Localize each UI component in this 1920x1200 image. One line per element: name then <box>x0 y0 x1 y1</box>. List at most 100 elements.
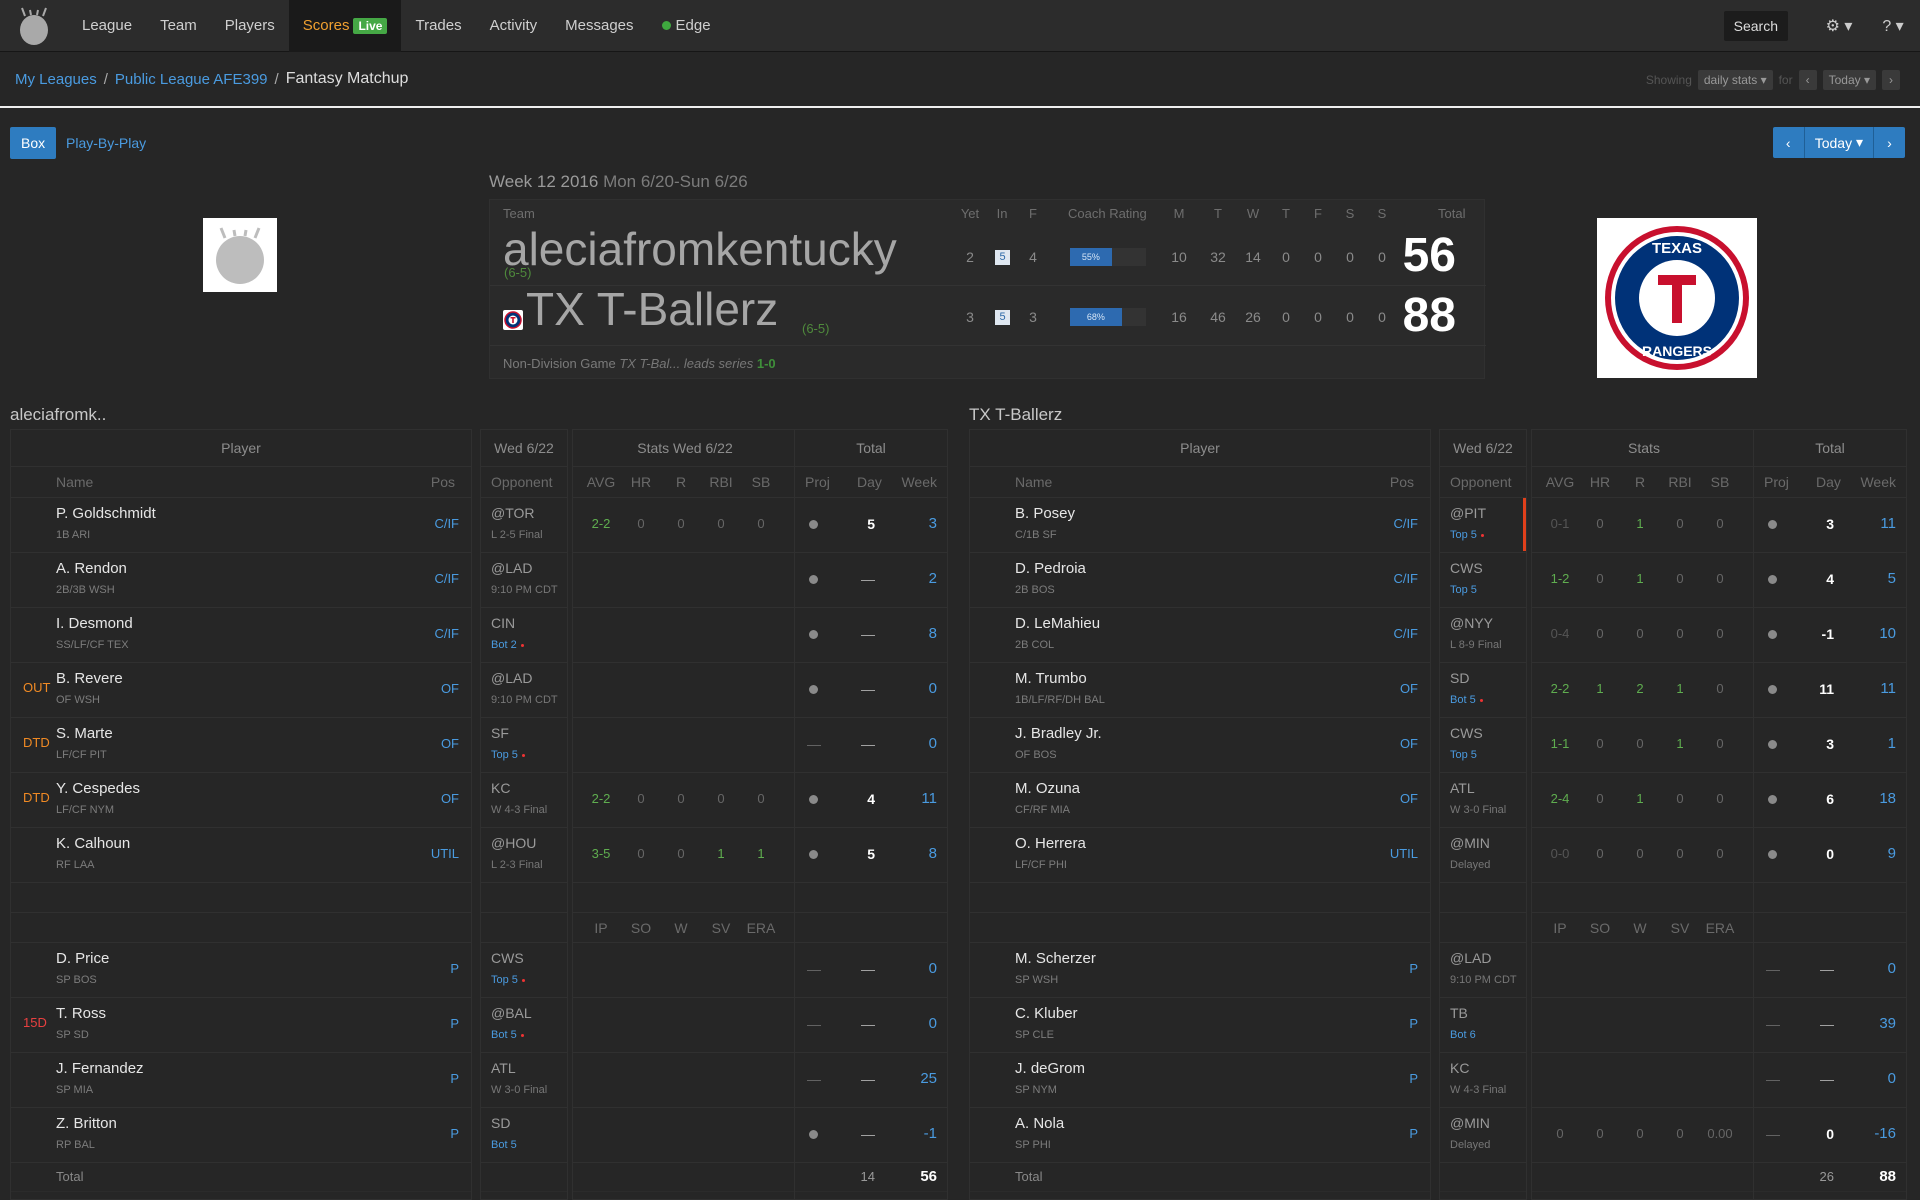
help-icon[interactable]: ? ▾ <box>1866 16 1920 36</box>
player-name[interactable]: O. Herrera <box>1015 835 1086 852</box>
logo-icon[interactable] <box>0 0 68 52</box>
player-name[interactable]: B. Posey <box>1015 505 1075 522</box>
table-row[interactable]: I. Desmond SS/LF/CF TEX C/IF <box>11 607 471 662</box>
next-arrow-icon[interactable]: › <box>1873 127 1905 158</box>
player-name[interactable]: A. Nola <box>1015 1115 1064 1132</box>
player-position[interactable]: OF <box>441 681 459 696</box>
week-points[interactable]: 11 <box>1866 680 1896 697</box>
player-name[interactable]: M. Scherzer <box>1015 950 1096 967</box>
week-points[interactable]: 8 <box>907 625 937 642</box>
week-points[interactable]: 0 <box>907 1015 937 1032</box>
crumb-league[interactable]: Public League AFE399 <box>115 71 268 88</box>
nav-players[interactable]: Players <box>211 0 289 52</box>
tab-play-by-play[interactable]: Play-By-Play <box>66 135 146 151</box>
nav-trades[interactable]: Trades <box>401 0 475 52</box>
player-position[interactable]: P <box>450 1126 459 1141</box>
week-points[interactable]: 39 <box>1866 1015 1896 1032</box>
week-points[interactable]: 8 <box>907 845 937 862</box>
player-position[interactable]: OF <box>1400 736 1418 751</box>
table-row[interactable]: M. Scherzer SP WSH P <box>970 942 1430 997</box>
player-position[interactable]: C/IF <box>434 516 459 531</box>
player-name[interactable]: B. Revere <box>56 670 123 687</box>
player-name[interactable]: P. Goldschmidt <box>56 505 156 522</box>
next-day-icon[interactable]: › <box>1882 70 1900 90</box>
player-name[interactable]: Z. Britton <box>56 1115 117 1132</box>
table-row[interactable]: J. Bradley Jr. OF BOS OF <box>970 717 1430 772</box>
week-points[interactable]: 11 <box>907 790 937 807</box>
player-name[interactable]: M. Ozuna <box>1015 780 1080 797</box>
table-row[interactable]: D. LeMahieu 2B COL C/IF <box>970 607 1430 662</box>
player-name[interactable]: D. Pedroia <box>1015 560 1086 577</box>
team2-name[interactable]: TX T-Ballerz <box>526 282 778 336</box>
player-position[interactable]: UTIL <box>1390 846 1418 861</box>
player-name[interactable]: K. Calhoun <box>56 835 130 852</box>
table-row[interactable]: Z. Britton RP BAL P <box>11 1107 471 1162</box>
player-position[interactable]: OF <box>1400 681 1418 696</box>
player-position[interactable]: C/IF <box>1393 571 1418 586</box>
week-points[interactable]: 10 <box>1866 625 1896 642</box>
player-name[interactable]: J. Bradley Jr. <box>1015 725 1102 742</box>
nav-messages[interactable]: Messages <box>551 0 647 52</box>
player-name[interactable]: J. Fernandez <box>56 1060 144 1077</box>
player-name[interactable]: D. LeMahieu <box>1015 615 1100 632</box>
player-name[interactable]: S. Marte <box>56 725 113 742</box>
week-points[interactable]: 0 <box>1866 960 1896 977</box>
team1-name[interactable]: aleciafromkentucky <box>503 222 897 276</box>
nav-league[interactable]: League <box>68 0 146 52</box>
table-row[interactable]: 15D T. Ross SP SD P <box>11 997 471 1052</box>
week-points[interactable]: -16 <box>1866 1125 1896 1142</box>
player-position[interactable]: C/IF <box>1393 516 1418 531</box>
player-position[interactable]: P <box>450 1016 459 1031</box>
table-row[interactable]: O. Herrera LF/CF PHI UTIL <box>970 827 1430 882</box>
table-row[interactable]: D. Pedroia 2B BOS C/IF <box>970 552 1430 607</box>
player-position[interactable]: C/IF <box>1393 626 1418 641</box>
player-name[interactable]: I. Desmond <box>56 615 133 632</box>
week-points[interactable]: -1 <box>907 1125 937 1142</box>
player-position[interactable]: OF <box>441 791 459 806</box>
tab-box[interactable]: Box <box>10 127 57 159</box>
table-row[interactable]: DTD S. Marte LF/CF PIT OF <box>11 717 471 772</box>
player-position[interactable]: P <box>1409 961 1418 976</box>
table-row[interactable]: J. deGrom SP NYM P <box>970 1052 1430 1107</box>
week-points[interactable]: 25 <box>907 1070 937 1087</box>
player-position[interactable]: OF <box>441 736 459 751</box>
crumb-my-leagues[interactable]: My Leagues <box>15 71 97 88</box>
player-name[interactable]: J. deGrom <box>1015 1060 1085 1077</box>
week-points[interactable]: 5 <box>1866 570 1896 587</box>
table-row[interactable]: M. Ozuna CF/RF MIA OF <box>970 772 1430 827</box>
table-row[interactable]: OUT B. Revere OF WSH OF <box>11 662 471 717</box>
week-points[interactable]: 1 <box>1866 735 1896 752</box>
table-row[interactable]: M. Trumbo 1B/LF/RF/DH BAL OF <box>970 662 1430 717</box>
player-position[interactable]: P <box>450 1071 459 1086</box>
player-position[interactable]: P <box>1409 1016 1418 1031</box>
search-button[interactable]: Search <box>1723 11 1788 41</box>
player-position[interactable]: P <box>1409 1071 1418 1086</box>
nav-team[interactable]: Team <box>146 0 211 52</box>
week-points[interactable]: 0 <box>907 960 937 977</box>
week-points[interactable]: 0 <box>1866 1070 1896 1087</box>
player-name[interactable]: T. Ross <box>56 1005 106 1022</box>
table-row[interactable]: C. Kluber SP CLE P <box>970 997 1430 1052</box>
player-name[interactable]: Y. Cespedes <box>56 780 140 797</box>
week-points[interactable]: 18 <box>1866 790 1896 807</box>
prev-arrow-icon[interactable]: ‹ <box>1773 127 1805 158</box>
today-dropdown[interactable]: Today ▾ <box>1805 127 1873 158</box>
prev-day-icon[interactable]: ‹ <box>1798 70 1817 90</box>
player-position[interactable]: P <box>450 961 459 976</box>
player-position[interactable]: UTIL <box>431 846 459 861</box>
player-position[interactable]: C/IF <box>434 626 459 641</box>
player-position[interactable]: C/IF <box>434 571 459 586</box>
week-points[interactable]: 3 <box>907 515 937 532</box>
week-points[interactable]: 2 <box>907 570 937 587</box>
table-row[interactable]: D. Price SP BOS P <box>11 942 471 997</box>
day-select[interactable]: Today ▾ <box>1822 70 1876 90</box>
player-position[interactable]: OF <box>1400 791 1418 806</box>
player-name[interactable]: C. Kluber <box>1015 1005 1078 1022</box>
player-name[interactable]: A. Rendon <box>56 560 127 577</box>
table-row[interactable]: K. Calhoun RF LAA UTIL <box>11 827 471 882</box>
table-row[interactable]: A. Rendon 2B/3B WSH C/IF <box>11 552 471 607</box>
player-name[interactable]: M. Trumbo <box>1015 670 1087 687</box>
week-points[interactable]: 11 <box>1866 515 1896 532</box>
nav-activity[interactable]: Activity <box>476 0 552 52</box>
table-row[interactable]: J. Fernandez SP MIA P <box>11 1052 471 1107</box>
